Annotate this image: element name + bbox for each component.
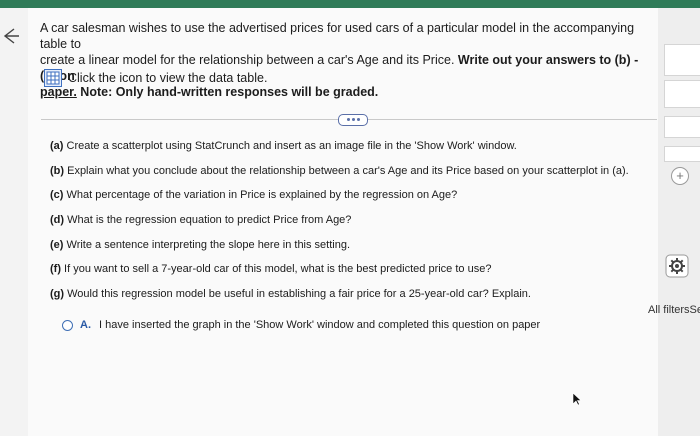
question-panel: A car salesman wishes to use the adverti… xyxy=(28,8,658,436)
question-c: (c) What percentage of the variation in … xyxy=(50,189,458,201)
back-arrow-icon[interactable] xyxy=(2,26,20,46)
intro-paper: paper. xyxy=(40,85,77,99)
option-a-text[interactable]: I have inserted the graph in the 'Show W… xyxy=(99,319,540,331)
question-g: (g) Would this regression model be usefu… xyxy=(50,288,531,300)
page-thumbnail[interactable] xyxy=(664,44,700,76)
data-table-link[interactable]: Click the icon to view the data table. xyxy=(44,69,267,87)
mouse-cursor-icon xyxy=(572,392,582,406)
question-e: (e) Write a sentence interpreting the sl… xyxy=(50,239,351,251)
question-d: (d) What is the regression equation to p… xyxy=(50,214,352,226)
question-f: (f) If you want to sell a 7-year-old car… xyxy=(50,263,492,275)
intro-note: Note: Only hand-written responses will b… xyxy=(76,85,379,99)
top-bar xyxy=(0,0,700,8)
intro-line-1: A car salesman wishes to use the adverti… xyxy=(40,21,635,51)
data-table-icon[interactable] xyxy=(44,69,62,87)
add-icon[interactable]: + xyxy=(671,167,689,185)
all-filters-link[interactable]: All filtersSe xyxy=(648,304,700,316)
page-thumbnail[interactable] xyxy=(664,146,700,162)
option-a-radio[interactable] xyxy=(62,319,73,331)
question-a: (a) Create a scatterplot using StatCrunc… xyxy=(50,140,517,152)
expand-ellipsis-button[interactable] xyxy=(338,114,368,126)
page-thumbnail[interactable] xyxy=(664,80,700,108)
page-thumbnail[interactable] xyxy=(664,116,700,138)
question-intro: A car salesman wishes to use the adverti… xyxy=(40,20,640,100)
option-a[interactable]: A. I have inserted the graph in the 'Sho… xyxy=(62,319,540,331)
settings-gear-icon[interactable] xyxy=(665,254,689,278)
intro-line-2: create a linear model for the relationsh… xyxy=(40,53,458,67)
question-b: (b) Explain what you conclude about the … xyxy=(50,165,629,177)
data-table-link-label[interactable]: Click the icon to view the data table. xyxy=(68,71,267,85)
option-a-letter: A. xyxy=(80,319,91,331)
right-sidebar xyxy=(658,8,700,436)
